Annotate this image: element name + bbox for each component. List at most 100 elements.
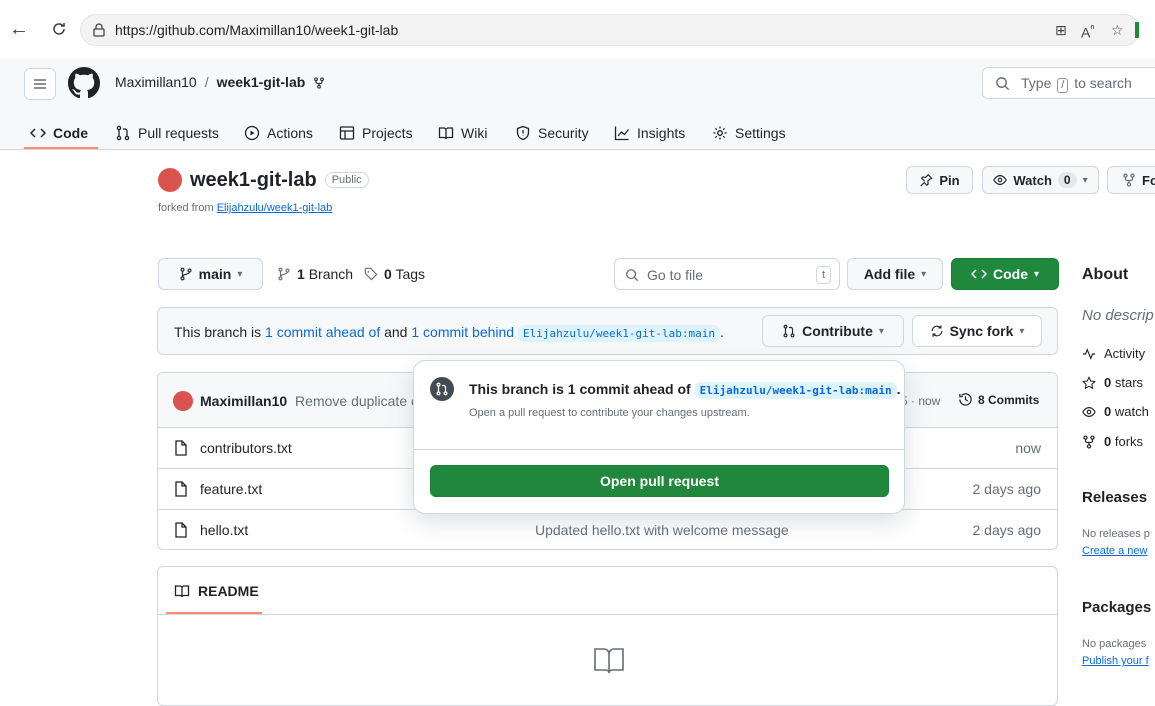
watch-count: 0 — [1057, 172, 1077, 188]
commits-ahead-link[interactable]: 1 commit ahead of — [265, 324, 380, 340]
pull-request-icon — [116, 125, 130, 141]
file-time: now — [1015, 440, 1041, 456]
popover-title: This branch is 1 commit ahead of Elijahz… — [469, 381, 901, 399]
gear-icon — [713, 126, 727, 140]
chevron-down-icon: ▾ — [1019, 325, 1025, 337]
tab-projects-label: Projects — [362, 125, 413, 141]
commit-author-avatar[interactable] — [173, 391, 193, 411]
code-icon — [30, 128, 46, 138]
repo-title: week1-git-lab Public — [158, 168, 369, 192]
go-to-file-shortcut: t — [815, 266, 831, 284]
github-header: Maximillan10/week1-git-lab Type / to sea… — [0, 58, 1155, 150]
releases-heading[interactable]: Releases — [1082, 489, 1147, 506]
refresh-icon[interactable] — [48, 18, 70, 40]
file-row[interactable]: hello.txt Updated hello.txt with welcome… — [158, 510, 1057, 549]
breadcrumb: Maximillan10 / week1-git-lab — [115, 74, 325, 90]
tag-count-label: Tags — [395, 266, 426, 282]
repo-name[interactable]: week1-git-lab — [190, 169, 317, 192]
add-file-button[interactable]: Add file ▾ — [847, 258, 943, 290]
file-time: 2 days ago — [972, 522, 1042, 538]
readme-label: README — [198, 583, 259, 599]
visibility-badge: Public — [324, 172, 369, 188]
tab-wiki[interactable]: Wiki — [438, 118, 487, 148]
contribute-label: Contribute — [802, 323, 873, 339]
eye-icon — [993, 175, 1008, 185]
tab-pull-requests[interactable]: Pull requests — [115, 118, 219, 148]
tags-link[interactable]: 0 Tags — [364, 266, 425, 282]
app-available-icon[interactable]: ⊞ — [1055, 22, 1067, 39]
file-name[interactable]: hello.txt — [200, 522, 248, 538]
pin-button[interactable]: Pin — [906, 166, 973, 194]
breadcrumb-repo[interactable]: week1-git-lab — [217, 74, 306, 90]
readme-panel: README — [157, 566, 1058, 706]
watch-count-sidebar: 0 — [1104, 404, 1112, 419]
popover-title-text: This branch is 1 commit ahead of — [469, 381, 691, 397]
publish-package-link[interactable]: Publish your f — [1082, 655, 1149, 667]
code-button-label: Code — [992, 266, 1028, 282]
github-logo-icon[interactable] — [68, 67, 100, 99]
tag-count-number: 0 — [384, 266, 392, 282]
create-release-link[interactable]: Create a new — [1082, 545, 1147, 557]
breadcrumb-separator: / — [204, 74, 209, 90]
contribute-button[interactable]: Contribute ▾ — [762, 315, 904, 347]
commits-link[interactable]: 8 Commits — [958, 392, 1039, 407]
chevron-down-icon: ▾ — [921, 268, 927, 280]
sync-fork-button[interactable]: Sync fork ▾ — [912, 315, 1042, 347]
status-prefix: This branch is — [174, 324, 262, 340]
activity-link[interactable]: Activity — [1082, 346, 1145, 361]
sync-icon — [931, 325, 942, 337]
tab-settings-label: Settings — [735, 125, 786, 141]
menu-button[interactable] — [24, 68, 56, 100]
search-shortcut-key: / — [1057, 78, 1069, 93]
branch-icon — [180, 267, 192, 281]
page-info-icon[interactable] — [91, 22, 107, 38]
stars-link[interactable]: 0 stars — [1082, 375, 1143, 390]
code-icon — [970, 269, 987, 279]
readme-tab[interactable]: README — [174, 583, 259, 599]
commit-author[interactable]: Maximillan10 — [200, 393, 287, 409]
url-text: https://github.com/Maximillan10/week1-gi… — [115, 22, 399, 38]
branches-link[interactable]: 1 Branch — [277, 266, 353, 282]
branch-icon — [278, 267, 290, 281]
status-and: and — [384, 324, 408, 340]
code-dropdown-button[interactable]: Code ▾ — [951, 258, 1059, 290]
eye-icon — [1082, 406, 1096, 417]
commits-behind-link[interactable]: 1 commit behind — [411, 324, 514, 340]
tab-insights-label: Insights — [637, 125, 686, 141]
open-pull-request-button[interactable]: Open pull request — [430, 465, 889, 497]
back-arrow-icon[interactable]: ← — [8, 18, 30, 40]
tab-code-label: Code — [53, 125, 88, 141]
forked-from-link[interactable]: Elijahzulu/week1-git-lab — [217, 202, 333, 214]
stars-label: stars — [1114, 375, 1144, 390]
add-file-label: Add file — [863, 266, 916, 282]
go-to-file-placeholder: Go to file — [647, 267, 704, 283]
upstream-ref[interactable]: Elijahzulu/week1-git-lab:main — [517, 325, 721, 342]
forked-from: forked from Elijahzulu/week1-git-lab — [158, 202, 332, 214]
tab-projects[interactable]: Projects — [339, 118, 413, 148]
tab-settings[interactable]: Settings — [712, 118, 786, 148]
pin-label: Pin — [939, 172, 960, 188]
file-commit-message[interactable]: Updated hello.txt with welcome message — [535, 522, 789, 538]
fork-icon — [313, 77, 325, 89]
tab-actions[interactable]: Actions — [244, 118, 313, 148]
pull-request-icon — [783, 324, 795, 338]
browser-toolbar: ← https://github.com/Maximillan10/week1-… — [0, 0, 1155, 58]
file-name[interactable]: feature.txt — [200, 481, 262, 497]
watchers-link[interactable]: 0 watch — [1082, 404, 1149, 419]
tab-insights[interactable]: Insights — [614, 118, 685, 148]
packages-heading[interactable]: Packages — [1082, 599, 1151, 616]
stars-count: 0 — [1104, 375, 1112, 390]
address-bar[interactable]: https://github.com/Maximillan10/week1-gi… — [80, 14, 1140, 46]
table-icon — [339, 126, 355, 140]
tab-security[interactable]: Security — [515, 118, 589, 148]
go-to-file-input[interactable]: Go to file t — [614, 258, 840, 290]
tab-code[interactable]: Code — [30, 118, 88, 148]
forks-link[interactable]: 0 forks — [1082, 434, 1143, 449]
owner-avatar[interactable] — [158, 168, 182, 192]
forked-from-prefix: forked from — [158, 202, 214, 214]
breadcrumb-owner[interactable]: Maximillan10 — [115, 74, 197, 90]
commit-message[interactable]: Remove duplicate e — [295, 393, 419, 409]
file-name[interactable]: contributors.txt — [200, 440, 292, 456]
active-tab-underline — [24, 147, 98, 149]
branch-select-button[interactable]: main ▾ — [158, 258, 263, 290]
